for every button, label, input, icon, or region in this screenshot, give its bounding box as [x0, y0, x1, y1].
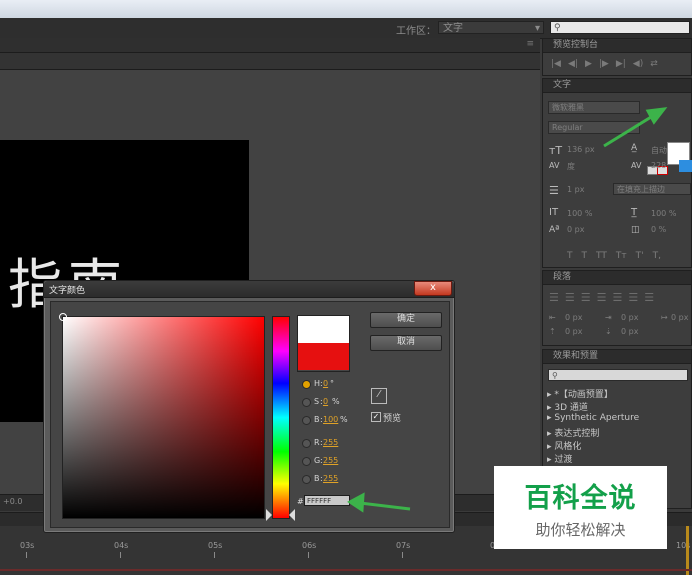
watermark-subtitle: 助你轻松解决: [535, 521, 626, 539]
watermark-logo: 百科全说 助你轻松解决: [494, 466, 667, 549]
arrow-to-hex-input: [347, 492, 411, 513]
watermark-title: 百科全说: [524, 483, 637, 514]
arrow-to-fill-swatch: [603, 107, 668, 148]
